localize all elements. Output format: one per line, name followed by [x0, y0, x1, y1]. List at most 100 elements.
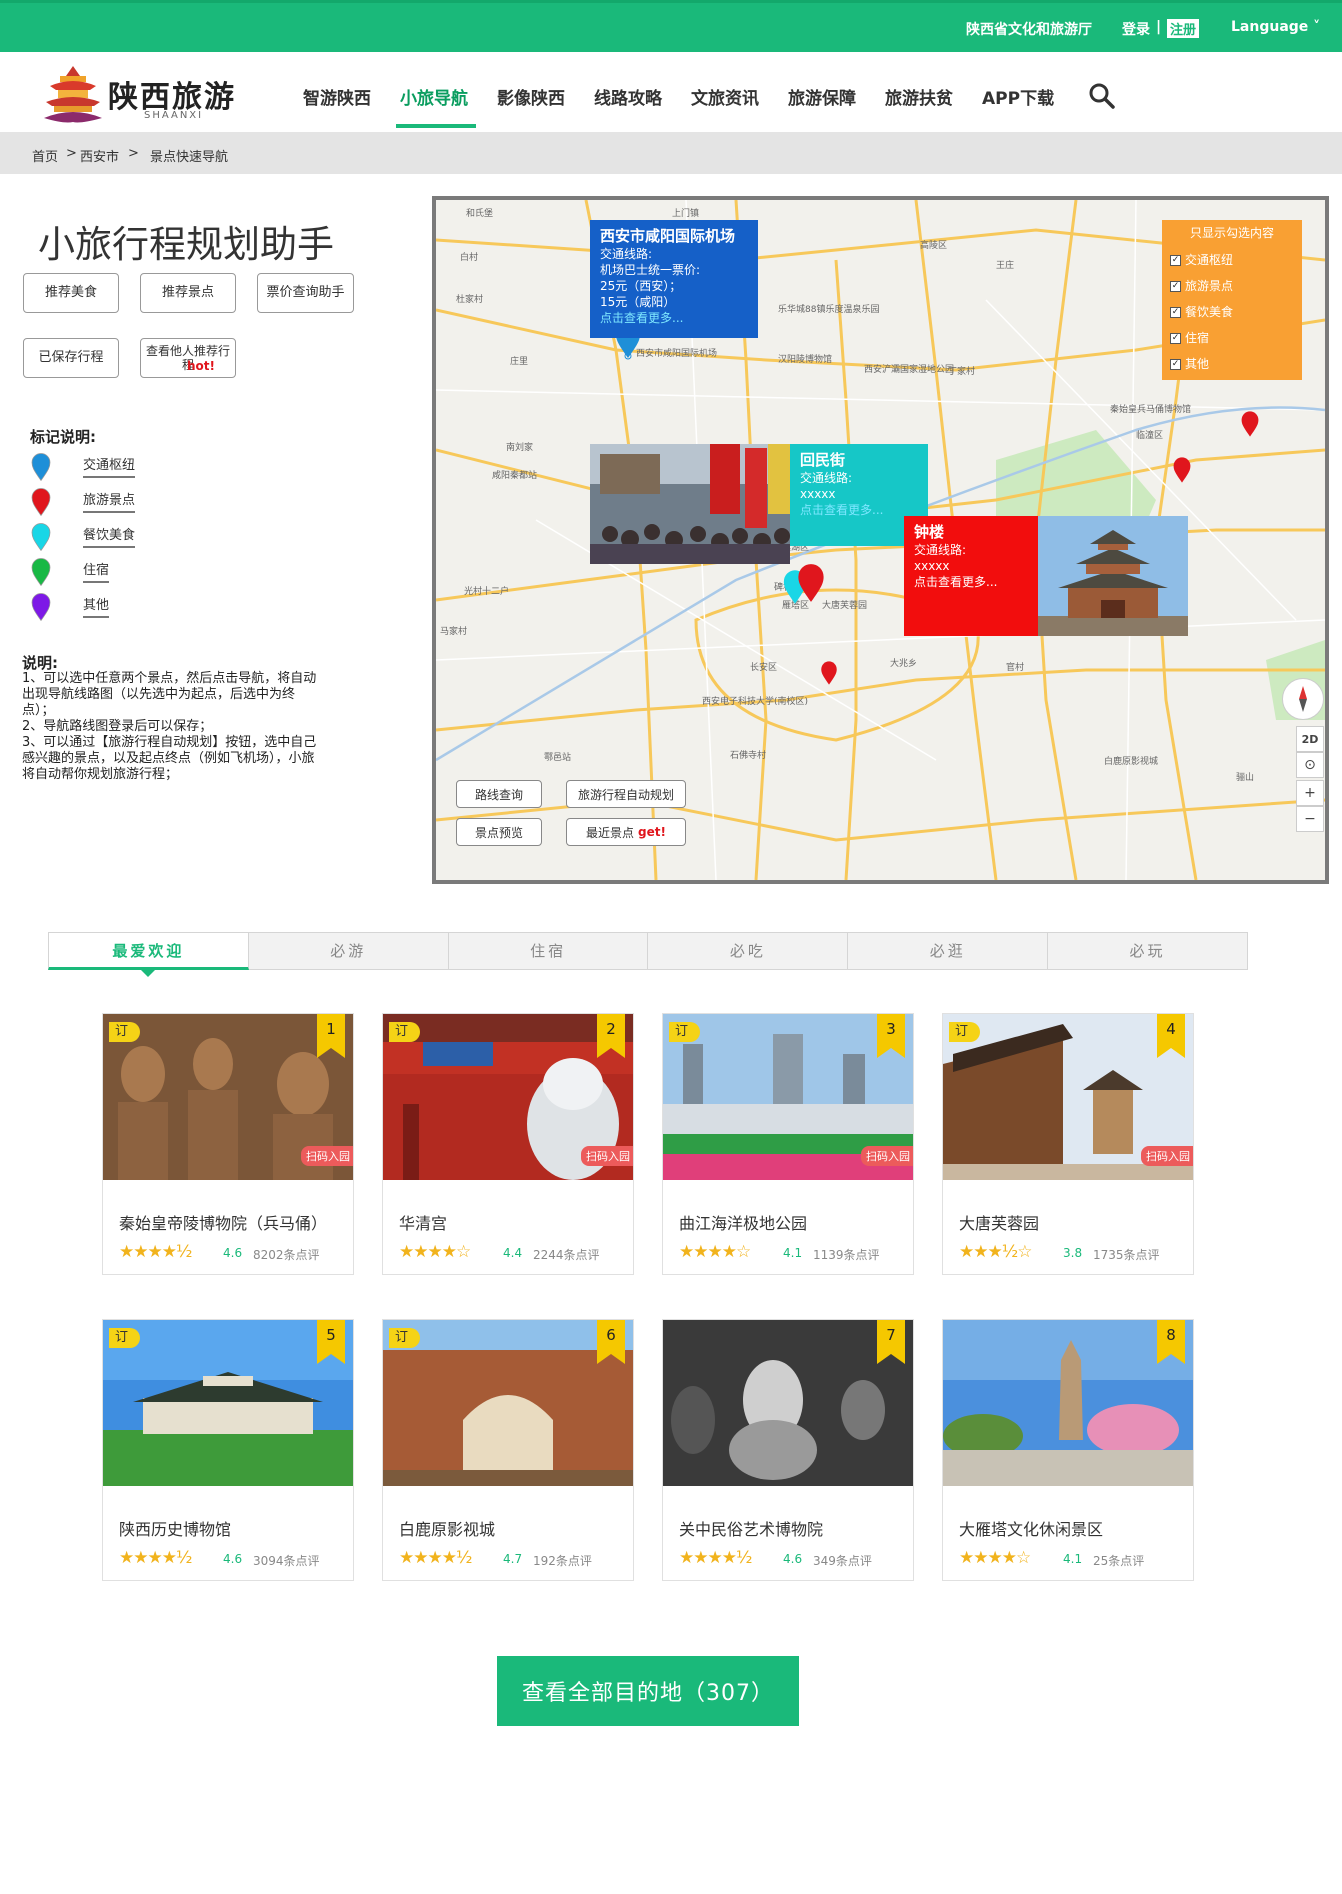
breadcrumb-home[interactable]: 首页	[32, 146, 58, 165]
filter-option[interactable]: ✓ 餐饮美食	[1170, 299, 1294, 325]
auto-plan-button[interactable]: 旅游行程自动规划	[566, 780, 686, 808]
site-logo[interactable]: 陕西旅游 SHAANXI	[40, 62, 234, 126]
nav-item-app[interactable]: APP下载	[982, 84, 1054, 109]
map-2d-toggle[interactable]: 2D	[1296, 726, 1324, 752]
attraction-name[interactable]: 华清宫	[399, 1210, 447, 1234]
review-count[interactable]: 192条点评	[533, 1552, 592, 1569]
map-place-label: 鄠邑站	[544, 753, 572, 763]
rating-score: 4.7	[503, 1552, 523, 1566]
checkbox-checked-icon[interactable]: ✓	[1170, 254, 1181, 266]
attraction-photo[interactable]: 7	[663, 1320, 913, 1486]
nav-item-fupin[interactable]: 旅游扶贫	[885, 84, 953, 109]
attraction-photo[interactable]: 8	[943, 1320, 1193, 1486]
attraction-card[interactable]: 订 5 陕西历史博物馆 ★★★★½ 4.6 3094条点评	[102, 1319, 354, 1581]
checkbox-checked-icon[interactable]: ✓	[1170, 332, 1181, 344]
compass-icon[interactable]	[1282, 678, 1324, 720]
recommend-food-button[interactable]: 推荐美食	[23, 273, 119, 313]
route-query-button[interactable]: 路线查询	[456, 780, 542, 808]
nav-item-baozhang[interactable]: 旅游保障	[788, 84, 856, 109]
attraction-card[interactable]: 8 大雁塔文化休闲景区 ★★★★☆ 4.1 25条点评	[942, 1319, 1194, 1581]
rating-stars-icon: ★★★★½	[399, 1548, 472, 1568]
attraction-photo[interactable]: 订5	[103, 1320, 353, 1486]
attraction-pin-icon[interactable]	[1240, 410, 1260, 438]
zoom-in-button[interactable]: +	[1296, 780, 1324, 806]
popup-more-link[interactable]: 点击查看更多...	[800, 502, 918, 518]
review-count[interactable]: 1139条点评	[813, 1246, 880, 1263]
review-count[interactable]: 2244条点评	[533, 1246, 600, 1263]
attraction-card[interactable]: 订 3 扫码入园 曲江海洋极地公园 ★★★★☆ 4.1 1139条点评	[662, 1013, 914, 1275]
spot-preview-button[interactable]: 景点预览	[456, 818, 542, 846]
breadcrumb-city[interactable]: 西安市	[80, 146, 119, 165]
search-icon[interactable]	[1088, 82, 1116, 110]
view-all-destinations-button[interactable]: 查看全部目的地（307）	[497, 1656, 799, 1726]
attraction-photo[interactable]: 订 3 扫码入园	[663, 1014, 913, 1180]
others-trips-button[interactable]: 查看他人推荐行程 hot!	[140, 338, 236, 378]
checkbox-checked-icon[interactable]: ✓	[1170, 280, 1181, 292]
filter-option[interactable]: ✓ 交通枢纽	[1170, 247, 1294, 273]
attraction-pin-icon[interactable]	[820, 660, 838, 686]
attraction-card[interactable]: 订 2 扫码入园 华清宫 ★★★★☆ 4.4 2244条点评	[382, 1013, 634, 1275]
attraction-card[interactable]: 订 6 白鹿原影视城 ★★★★½ 4.7 192条点评	[382, 1319, 634, 1581]
saved-trips-button[interactable]: 已保存行程	[23, 338, 119, 378]
login-link[interactable]: 登录	[1122, 19, 1150, 39]
attraction-name[interactable]: 白鹿原影视城	[399, 1516, 495, 1540]
filter-option-label: 交通枢纽	[1185, 253, 1234, 267]
checkbox-checked-icon[interactable]: ✓	[1170, 358, 1181, 370]
attraction-name[interactable]: 陕西历史博物馆	[119, 1516, 231, 1540]
nav-item-xianlu[interactable]: 线路攻略	[594, 84, 662, 109]
language-dropdown[interactable]: Language ˅	[1231, 19, 1320, 35]
nav-item-xiaolv[interactable]: 小旅导航	[400, 84, 468, 109]
attraction-photo[interactable]: 订6	[383, 1320, 633, 1486]
breadcrumb-separator: >	[66, 146, 77, 161]
tab-4[interactable]: 必逛	[848, 932, 1049, 970]
attraction-photo[interactable]: 订 2 扫码入园	[383, 1014, 633, 1180]
nav-item-zhiyou[interactable]: 智游陕西	[303, 84, 371, 109]
attraction-photo[interactable]: 订 4 扫码入园	[943, 1014, 1193, 1180]
dept-link[interactable]: 陕西省文化和旅游厅	[966, 19, 1092, 39]
filter-option[interactable]: ✓ 住宿	[1170, 325, 1294, 351]
tab-0[interactable]: 最爱欢迎	[48, 932, 249, 977]
review-count[interactable]: 1735条点评	[1093, 1246, 1160, 1263]
tab-3[interactable]: 必吃	[648, 932, 849, 970]
zoom-out-button[interactable]: −	[1296, 806, 1324, 832]
review-count[interactable]: 349条点评	[813, 1552, 872, 1569]
attraction-photo[interactable]: 订 1 扫码入园	[103, 1014, 353, 1180]
nearby-spots-button[interactable]: 最近景点 get!	[566, 818, 686, 846]
review-count[interactable]: 3094条点评	[253, 1552, 320, 1569]
checkbox-checked-icon[interactable]: ✓	[1170, 306, 1181, 318]
map-view[interactable]: 上门镇 和氏堡 西安市咸阳国际机场 庄里 乐华城88镇乐度温泉乐园 汉阳陵博物馆 西安浐灞国…	[432, 196, 1329, 884]
nav-item-wenlv[interactable]: 文旅资讯	[691, 84, 759, 109]
category-tabs: 最爱欢迎 必游 住宿 必吃 必逛 必玩	[48, 932, 1248, 977]
attraction-pin-icon[interactable]	[796, 562, 826, 604]
popup-more-link[interactable]: 点击查看更多...	[914, 574, 1028, 590]
recommend-spots-button[interactable]: 推荐景点	[140, 273, 236, 313]
legend-item-other: 其他	[30, 592, 150, 622]
popup-line: xxxxx	[914, 559, 950, 573]
attraction-name[interactable]: 大雁塔文化休闲景区	[959, 1516, 1103, 1540]
popup-more-link[interactable]: 点击查看更多...	[600, 310, 748, 326]
airport-popup[interactable]: 西安市咸阳国际机场 交通线路: 机场巴士统一票价: 25元（西安）； 15元（咸…	[590, 220, 758, 338]
attraction-card[interactable]: 订 4 扫码入园 大唐芙蓉园 ★★★½☆ 3.8 1735条点评	[942, 1013, 1194, 1275]
tab-2[interactable]: 住宿	[448, 932, 649, 970]
tab-1[interactable]: 必游	[248, 932, 449, 970]
attraction-name[interactable]: 曲江海洋极地公园	[679, 1210, 807, 1234]
attraction-name[interactable]: 关中民俗艺术博物院	[679, 1516, 823, 1540]
register-link[interactable]: 注册	[1167, 19, 1200, 38]
attraction-card[interactable]: 订 1 扫码入园 秦始皇帝陵博物院（兵马俑） ★★★★½ 4.6 8202条点评	[102, 1013, 354, 1275]
map-place-label: 长安区	[750, 663, 778, 673]
review-count[interactable]: 25条点评	[1093, 1552, 1144, 1569]
attraction-name[interactable]: 大唐芙蓉园	[959, 1210, 1039, 1234]
attraction-pin-icon[interactable]	[1172, 456, 1192, 484]
tab-5[interactable]: 必玩	[1048, 932, 1248, 970]
attraction-card[interactable]: 7 关中民俗艺术博物院 ★★★★½ 4.6 349条点评	[662, 1319, 914, 1581]
locate-icon[interactable]: ⊙	[1296, 752, 1324, 778]
nav-item-yingxiang[interactable]: 影像陕西	[497, 84, 565, 109]
legend-label: 餐饮美食	[83, 524, 136, 548]
filter-option[interactable]: ✓ 其他	[1170, 351, 1294, 377]
bell-tower-popup[interactable]: 钟楼 交通线路: xxxxx 点击查看更多...	[904, 516, 1038, 636]
ticket-helper-button[interactable]: 票价查询助手	[257, 273, 354, 313]
filter-option[interactable]: ✓ 旅游景点	[1170, 273, 1294, 299]
review-count[interactable]: 8202条点评	[253, 1246, 320, 1263]
attraction-name[interactable]: 秦始皇帝陵博物院（兵马俑）	[119, 1210, 327, 1234]
rating-score: 4.6	[223, 1552, 243, 1566]
